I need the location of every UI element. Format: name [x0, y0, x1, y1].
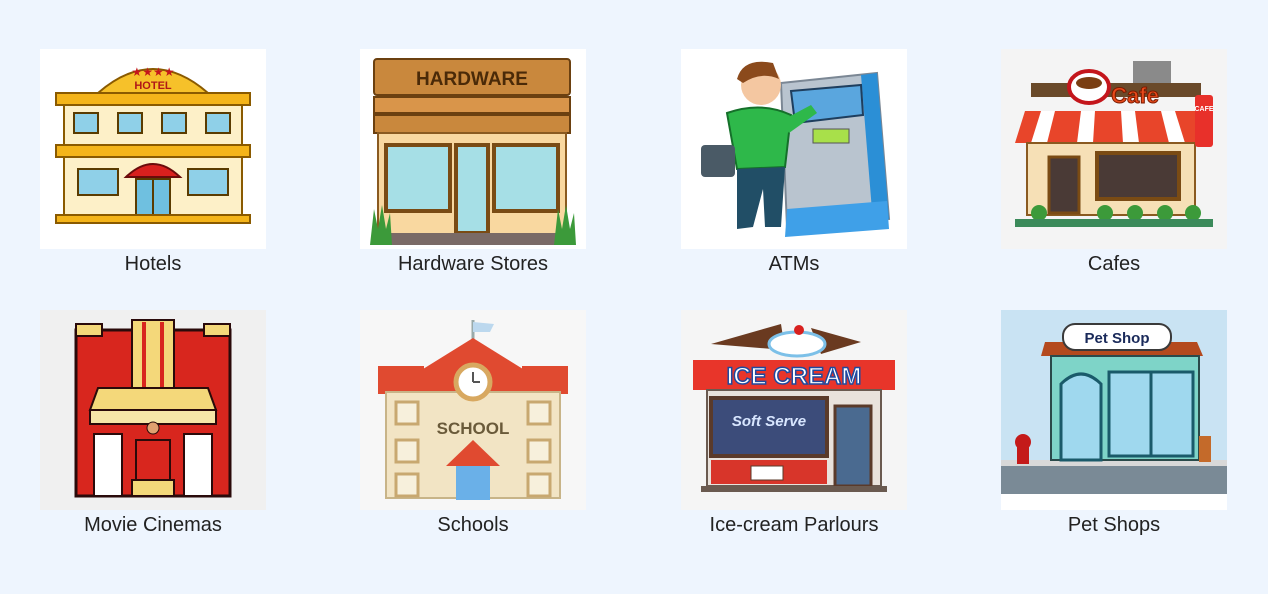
svg-text:ICE CREAM: ICE CREAM [727, 363, 862, 390]
category-card-hardware-stores[interactable]: HARDWARE Hardware Stores [360, 49, 586, 276]
category-label[interactable]: ATMs [644, 253, 944, 276]
ice-cream-parlour-icon[interactable]: ICE CREAM Soft Serve [681, 310, 907, 510]
atm-icon[interactable] [681, 49, 907, 249]
category-label[interactable]: Hardware Stores [323, 253, 623, 276]
svg-text:Soft Serve: Soft Serve [732, 413, 806, 430]
svg-text:HARDWARE: HARDWARE [416, 69, 528, 90]
svg-text:CAFE: CAFE [1194, 106, 1213, 113]
category-card-movie-cinemas[interactable]: Movie Cinemas [40, 310, 266, 537]
category-card-ice-cream-parlours[interactable]: ICE CREAM Soft Serve Ice-cream Parlours [681, 310, 907, 537]
hardware-store-icon[interactable]: HARDWARE [360, 49, 586, 249]
category-label[interactable]: Cafes [964, 253, 1264, 276]
category-label[interactable]: Schools [323, 514, 623, 537]
category-card-cafes[interactable]: Cafe CAFE Cafes [1001, 49, 1227, 276]
hotel-icon[interactable]: HOTEL ★★★★ [40, 49, 266, 249]
pet-shop-icon[interactable]: Pet Shop [1001, 310, 1227, 510]
category-label[interactable]: Hotels [3, 253, 303, 276]
category-card-hotels[interactable]: HOTEL ★★★★ Hotels [40, 49, 266, 276]
category-label[interactable]: Ice-cream Parlours [644, 514, 944, 537]
category-label[interactable]: Movie Cinemas [3, 514, 303, 537]
category-card-pet-shops[interactable]: Pet Shop Pet Shops [1001, 310, 1227, 537]
category-label[interactable]: Pet Shops [964, 514, 1264, 537]
school-icon[interactable]: SCHOOL [360, 310, 586, 510]
svg-text:SCHOOL: SCHOOL [437, 419, 510, 438]
svg-text:★★★★: ★★★★ [131, 65, 174, 79]
category-grid: HOTEL ★★★★ Hotels HARDWARE Hardware Stor… [0, 0, 1268, 594]
cinema-icon[interactable] [40, 310, 266, 510]
category-card-schools[interactable]: SCHOOL Schools [360, 310, 586, 537]
svg-text:Pet Shop: Pet Shop [1084, 330, 1149, 347]
svg-text:HOTEL: HOTEL [134, 80, 172, 92]
cafe-icon[interactable]: Cafe CAFE [1001, 49, 1227, 249]
category-card-atms[interactable]: ATMs [681, 49, 907, 276]
svg-text:Cafe: Cafe [1111, 83, 1159, 108]
